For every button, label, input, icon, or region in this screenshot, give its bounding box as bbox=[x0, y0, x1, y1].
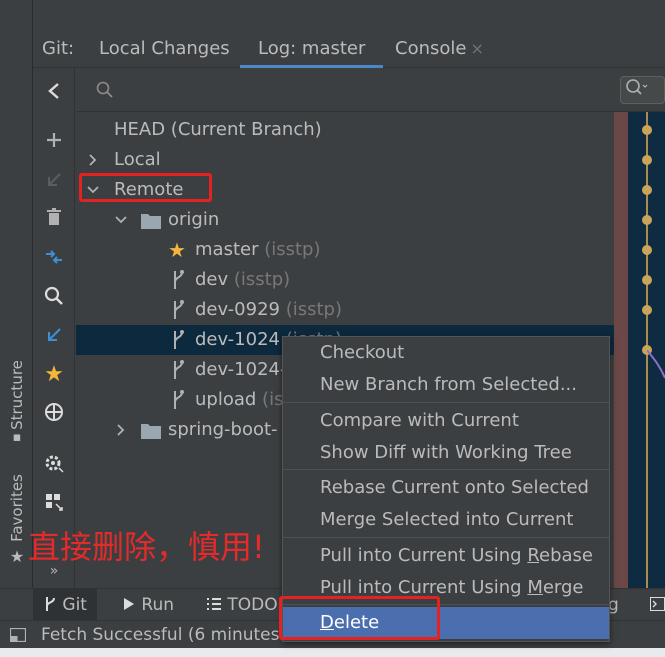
search-icon bbox=[96, 81, 113, 98]
branch-remote: (isstp) bbox=[285, 299, 343, 320]
search-icon bbox=[626, 79, 648, 95]
tab-local-changes[interactable]: Local Changes bbox=[99, 32, 230, 68]
update-arrow-icon[interactable] bbox=[41, 167, 67, 193]
menu-item-label: Pull into Current Using bbox=[320, 545, 528, 566]
collapse-panel-icon[interactable] bbox=[41, 78, 67, 104]
branch-row-master[interactable]: ★ master (isstp) bbox=[76, 235, 614, 265]
branch-row-dev[interactable]: dev (isstp) bbox=[76, 265, 614, 295]
tree-node-label: spring-boot- bbox=[168, 419, 278, 440]
tool-tab-label: TODO bbox=[227, 595, 278, 615]
menu-item-pull-rebase[interactable]: Pull into Current Using Rebase bbox=[283, 540, 609, 572]
crosshair-icon[interactable] bbox=[41, 399, 67, 425]
favorites-tool-window-button[interactable]: Favorites bbox=[3, 468, 31, 548]
branch-name: dev-1024 bbox=[195, 329, 280, 350]
folder-icon bbox=[140, 415, 162, 455]
git-tab-bar: Git: Local Changes Log: master Console × bbox=[33, 32, 665, 68]
annotation-box-delete bbox=[279, 596, 440, 640]
tree-node-label: origin bbox=[168, 209, 220, 230]
tree-node-local[interactable]: Local bbox=[76, 145, 614, 175]
commit-node[interactable] bbox=[642, 305, 652, 315]
tree-node-head[interactable]: HEAD (Current Branch) bbox=[76, 115, 614, 145]
favorite-star-icon[interactable]: ★ bbox=[41, 361, 67, 387]
branch-name: dev-0929 bbox=[195, 299, 280, 320]
compare-arrows-icon[interactable] bbox=[41, 244, 67, 270]
branch-name: master bbox=[195, 239, 259, 260]
menu-item-label: ebase bbox=[539, 545, 593, 566]
commit-graph bbox=[614, 68, 665, 588]
menu-separator bbox=[283, 402, 609, 403]
favorites-star-icon: ★ bbox=[9, 546, 25, 566]
mnemonic-letter: R bbox=[527, 545, 540, 566]
branch-remote: (is bbox=[262, 389, 284, 410]
window-layout-icon[interactable] bbox=[10, 628, 26, 642]
graph-branch-curve bbox=[647, 350, 665, 379]
menu-item-show-diff[interactable]: Show Diff with Working Tree bbox=[283, 437, 609, 469]
menu-item-checkout[interactable]: Checkout bbox=[283, 337, 609, 369]
menu-item-merge[interactable]: Merge Selected into Current bbox=[283, 504, 609, 536]
left-tool-strip: Structure ▪ Favorites ★ bbox=[0, 0, 33, 590]
favorites-label: Favorites bbox=[8, 474, 27, 542]
graph-marker-strip bbox=[614, 112, 628, 588]
settings-gear-icon[interactable] bbox=[41, 450, 67, 476]
branch-name: dev bbox=[195, 269, 229, 290]
commit-node[interactable] bbox=[642, 155, 652, 165]
branch-search-row[interactable] bbox=[76, 68, 614, 112]
commit-node[interactable] bbox=[642, 185, 652, 195]
menu-separator bbox=[283, 537, 609, 538]
run-play-icon bbox=[124, 598, 134, 610]
tree-node-origin[interactable]: origin bbox=[76, 205, 614, 235]
log-search-field[interactable] bbox=[620, 76, 665, 104]
menu-item-new-branch[interactable]: New Branch from Selected... bbox=[283, 369, 609, 401]
log-filter-header bbox=[614, 68, 665, 112]
star-icon: ★ bbox=[168, 238, 186, 262]
commit-node[interactable] bbox=[642, 245, 652, 255]
mnemonic-letter: M bbox=[527, 577, 543, 598]
tab-label: Console bbox=[395, 38, 467, 59]
commit-node[interactable] bbox=[642, 275, 652, 285]
close-icon[interactable]: × bbox=[470, 39, 483, 58]
menu-item-label: Pull into Current Using bbox=[320, 577, 528, 598]
tree-node-label: HEAD (Current Branch) bbox=[114, 119, 322, 140]
branch-remote: (isstp) bbox=[264, 239, 321, 260]
tab-log-master[interactable]: Log: master bbox=[240, 32, 384, 68]
tab-console[interactable]: Console × bbox=[395, 32, 484, 68]
annotation-box-remote bbox=[79, 173, 212, 202]
commit-node[interactable] bbox=[642, 215, 652, 225]
git-branch-icon bbox=[46, 597, 55, 611]
window-bottom-edge bbox=[0, 648, 665, 657]
menu-item-rebase[interactable]: Rebase Current onto Selected bbox=[283, 472, 609, 504]
group-by-icon[interactable] bbox=[41, 489, 67, 515]
tool-tab-label: Run bbox=[141, 595, 175, 615]
annotation-warning-text: 直接删除，慎用! bbox=[28, 528, 265, 566]
checkout-arrow-icon[interactable] bbox=[41, 322, 67, 348]
tab-label: Local Changes bbox=[99, 38, 230, 59]
structure-label: Structure bbox=[8, 360, 26, 430]
branch-name: dev-1024- bbox=[195, 359, 287, 380]
commit-node[interactable] bbox=[642, 125, 652, 135]
top-strip bbox=[0, 0, 665, 32]
tool-tab-run[interactable]: Run bbox=[122, 589, 174, 621]
menu-item-compare[interactable]: Compare with Current bbox=[283, 405, 609, 437]
new-branch-plus-icon[interactable] bbox=[41, 127, 67, 153]
branches-toolbar: ★ » bbox=[33, 68, 75, 588]
status-message: Fetch Successful (6 minutes bbox=[41, 625, 280, 645]
branch-remote: (isstp) bbox=[233, 269, 291, 290]
search-icon[interactable] bbox=[41, 283, 67, 309]
menu-separator bbox=[283, 469, 609, 470]
terminal-icon[interactable] bbox=[650, 589, 665, 621]
tree-node-label: Local bbox=[114, 149, 161, 170]
chevron-right-icon[interactable] bbox=[116, 415, 126, 455]
tool-tab-git[interactable]: Git bbox=[33, 589, 97, 621]
tool-tab-todo[interactable]: TODO bbox=[206, 589, 278, 621]
structure-icon: ▪ bbox=[12, 429, 22, 445]
delete-trash-icon[interactable] bbox=[41, 204, 67, 230]
branch-name: upload bbox=[195, 389, 257, 410]
todo-list-icon bbox=[207, 598, 221, 610]
branch-row-dev-0929[interactable]: dev-0929 (isstp) bbox=[76, 295, 614, 325]
tool-tab-label: Git bbox=[62, 595, 87, 615]
menu-item-label: erge bbox=[542, 577, 584, 598]
tab-label: Log: master bbox=[258, 38, 366, 59]
git-prefix-label: Git: bbox=[42, 38, 75, 59]
